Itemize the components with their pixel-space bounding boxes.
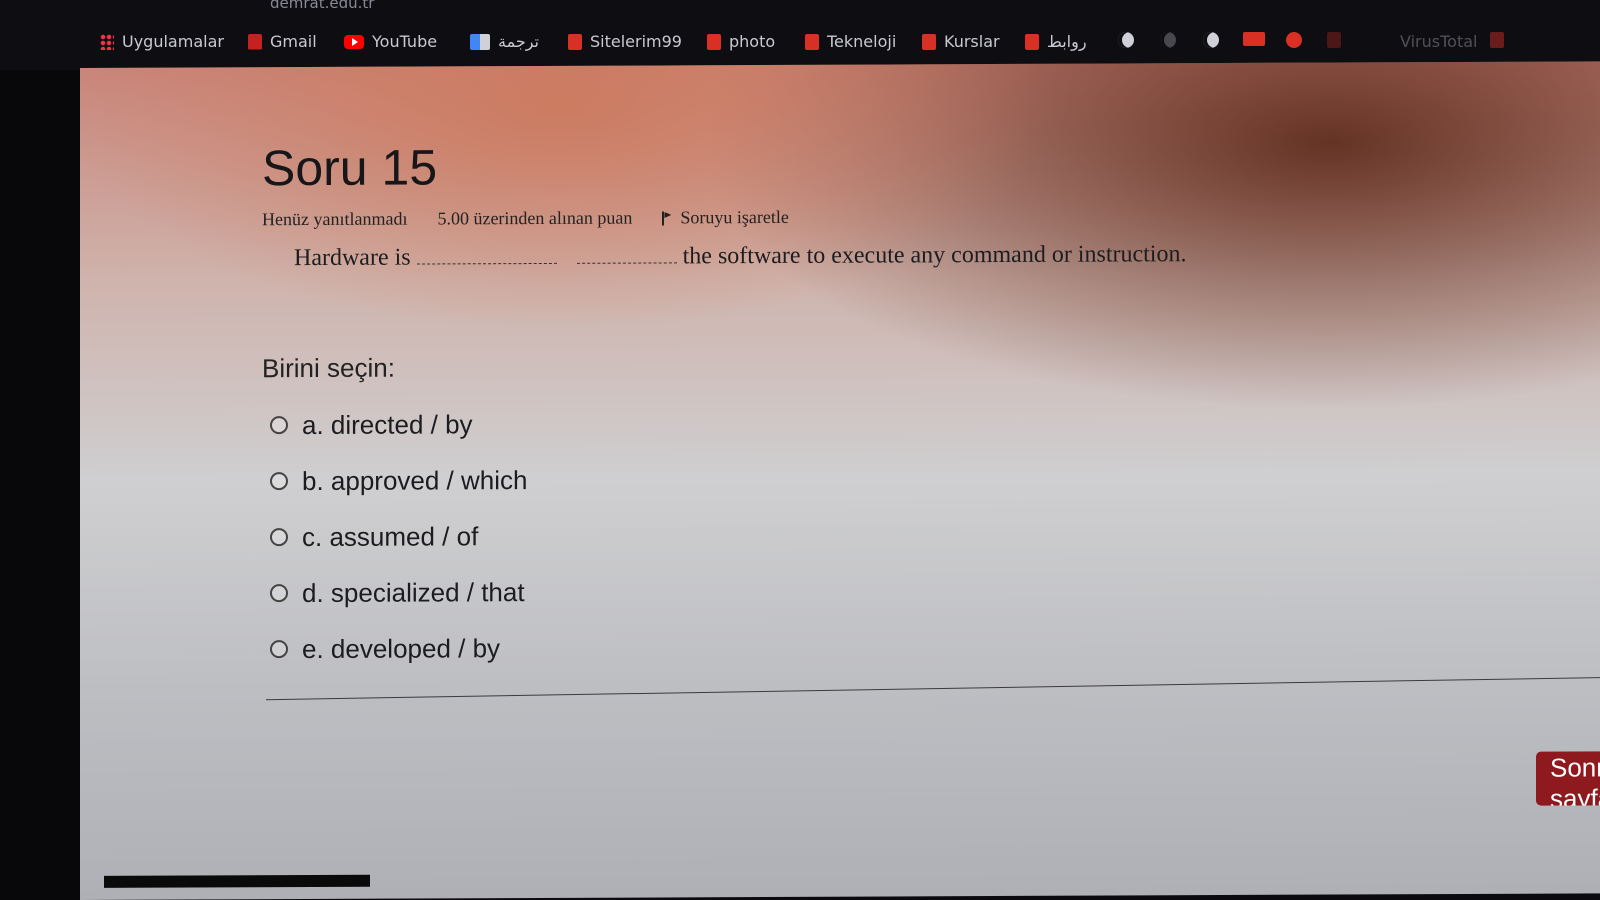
- flag-question-label: Soruyu işaretle: [680, 206, 789, 228]
- bookmark-globe-1[interactable]: [1118, 32, 1134, 48]
- question-info: Henüz yanıtlanmadı 5.00 üzerinden alınan…: [262, 207, 789, 230]
- bookmark-folder-icon: [1025, 33, 1039, 50]
- bookmark-red-1[interactable]: [1243, 32, 1265, 46]
- answer-blank-1: [416, 248, 557, 265]
- bookmark-label: Tekneloji: [827, 32, 897, 51]
- globe-icon: [1203, 32, 1219, 48]
- bookmarks-bar: demrat.edu.tr Uygulamalar Gmail YouTube …: [0, 0, 1600, 70]
- bookmark-folder-extra[interactable]: [1490, 32, 1504, 48]
- translate-icon: [470, 33, 490, 50]
- red-square-icon: [1243, 32, 1265, 46]
- apps-grid-icon: [100, 33, 114, 50]
- bookmark-photo[interactable]: photo: [707, 32, 775, 51]
- bookmark-folder-icon: [922, 33, 936, 50]
- bookmark-label: Sitelerim99: [590, 32, 682, 51]
- option-b[interactable]: b. approved / which: [270, 452, 527, 509]
- option-label: b. approved / which: [302, 464, 528, 496]
- bookmark-links[interactable]: روابط: [1025, 32, 1087, 51]
- bookmark-sitelerim99[interactable]: Sitelerim99: [568, 32, 682, 51]
- next-page-button[interactable]: Sonraki sayfa: [1536, 751, 1600, 806]
- question-title: Soru 15: [262, 139, 438, 197]
- option-d[interactable]: d. specialized / that: [270, 564, 527, 621]
- flag-question-link[interactable]: Soruyu işaretle: [662, 207, 788, 229]
- question-text-after: the software to execute any command or i…: [682, 241, 1187, 270]
- bookmark-folder-icon: [707, 33, 721, 50]
- answer-blank-2: [576, 248, 677, 264]
- option-label: a. directed / by: [302, 408, 473, 440]
- option-label: c. assumed / of: [302, 520, 479, 552]
- bookmark-kurslar[interactable]: Kurslar: [922, 32, 1000, 51]
- bookmark-loading[interactable]: [1160, 32, 1176, 48]
- radio-button[interactable]: [270, 528, 288, 547]
- option-label: d. specialized / that: [302, 576, 525, 608]
- radio-button[interactable]: [270, 472, 288, 491]
- radio-button[interactable]: [270, 584, 288, 603]
- youtube-icon: [344, 34, 364, 49]
- radio-button[interactable]: [270, 640, 288, 659]
- option-e[interactable]: e. developed / by: [270, 620, 527, 677]
- bookmark-apps[interactable]: Uygulamalar: [100, 32, 224, 51]
- bookmark-translate[interactable]: ترجمة: [470, 32, 539, 51]
- question-text-before: Hardware is: [294, 244, 411, 272]
- answer-options: a. directed / by b. approved / which c. …: [270, 396, 527, 677]
- question-text: Hardware is the software to execute any …: [294, 241, 1186, 272]
- bookmark-label: photo: [729, 32, 776, 51]
- red-logo-icon: [1327, 32, 1341, 48]
- bookmark-tekneloji[interactable]: Tekneloji: [805, 32, 896, 51]
- option-a[interactable]: a. directed / by: [270, 396, 527, 453]
- bookmark-label: Kurslar: [944, 32, 1000, 51]
- address-bar-fragment[interactable]: demrat.edu.tr: [270, 0, 374, 12]
- bookmark-red-3[interactable]: [1327, 32, 1341, 48]
- question-divider: [266, 676, 1600, 701]
- globe-icon: [1118, 32, 1134, 48]
- taskbar-fragment: [104, 874, 370, 888]
- screen-bezel: [0, 70, 80, 900]
- bookmark-label: روابط: [1047, 32, 1087, 51]
- loading-icon: [1160, 32, 1176, 48]
- quiz-page: Soru 15 Henüz yanıtlanmadı 5.00 üzerinde…: [80, 61, 1600, 900]
- radio-button[interactable]: [270, 416, 288, 435]
- choose-one-prompt: Birini seçin:: [262, 352, 395, 384]
- option-c[interactable]: c. assumed / of: [270, 508, 527, 565]
- red-circle-icon: [1286, 32, 1302, 48]
- bookmark-folder-icon: [805, 33, 819, 50]
- bookmark-folder-icon: [568, 33, 582, 50]
- bookmark-red-2[interactable]: [1286, 32, 1302, 48]
- bookmark-youtube[interactable]: YouTube: [344, 32, 437, 51]
- flag-icon: [662, 211, 672, 225]
- gmail-icon: [248, 33, 262, 50]
- option-label: e. developed / by: [302, 632, 501, 664]
- bookmark-globe-2[interactable]: [1203, 32, 1219, 48]
- bookmark-label: VirusTotal: [1400, 32, 1478, 51]
- bookmark-label: ترجمة: [498, 32, 539, 51]
- bookmark-label: Gmail: [270, 32, 317, 51]
- bookmark-label: Uygulamalar: [122, 32, 224, 51]
- bookmark-folder-icon: [1490, 32, 1504, 48]
- question-points: 5.00 üzerinden alınan puan: [437, 207, 633, 229]
- question-status: Henüz yanıtlanmadı: [262, 208, 408, 230]
- bookmark-gmail[interactable]: Gmail: [248, 32, 317, 51]
- bookmark-label: YouTube: [372, 32, 438, 51]
- bookmark-virustotal[interactable]: VirusTotal: [1400, 32, 1477, 51]
